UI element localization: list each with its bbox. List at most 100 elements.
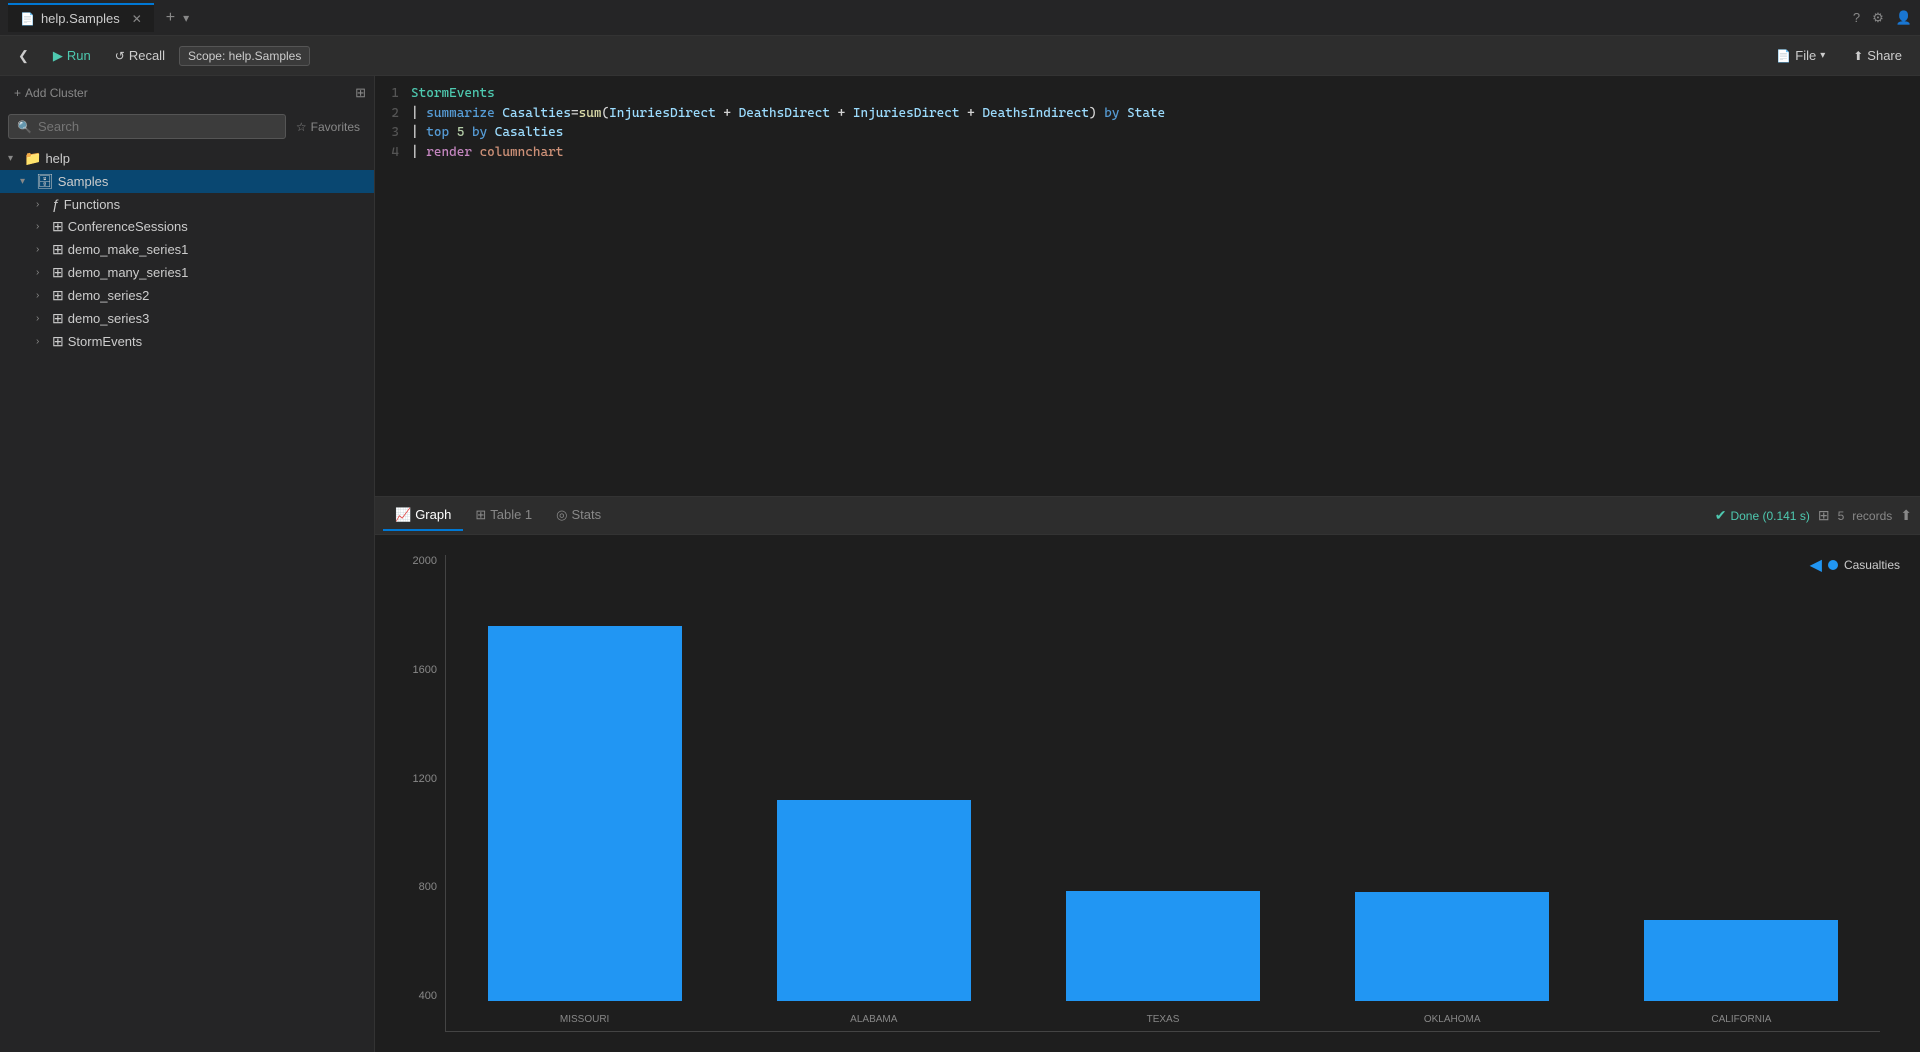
sidebar-item-demo_many_series1[interactable]: › ⊞ demo_many_series1 [0,261,374,284]
code-token: render [426,145,479,160]
code-content: | render columnchart [411,143,1920,163]
bar-group[interactable]: OKLAHOMA [1314,555,1591,1001]
tab-dropdown-button[interactable]: ▾ [183,11,189,25]
chevron-icon: › [36,290,48,301]
records-count: 5 [1838,509,1845,523]
code-token: = [571,106,579,121]
chevron-icon: ▾ [20,176,32,187]
nav-left-button[interactable]: ❮ [8,44,39,68]
code-token: State [1127,106,1165,121]
chart-bar[interactable] [1644,920,1838,1002]
code-token: sum [579,106,602,121]
tree-item-label: Samples [58,174,109,189]
tree-type-icon: ⊞ [52,264,64,281]
tab-close-button[interactable]: ✕ [132,12,142,26]
result-tab-graph[interactable]: 📈 Graph [383,501,463,531]
check-icon: ✔ [1715,507,1727,524]
sidebar-item-confsessions[interactable]: › ⊞ ConferenceSessions [0,215,374,238]
code-content: | top 5 by Casalties [411,123,1920,143]
run-label: Run [67,48,91,63]
tree-item-label: demo_series2 [68,288,150,303]
bar-group[interactable]: ALABAMA [735,555,1012,1001]
code-token: ) [1089,106,1097,121]
code-token: columnchart [480,145,564,160]
sidebar-item-demo_series2[interactable]: › ⊞ demo_series2 [0,284,374,307]
add-cluster-label: Add Cluster [25,86,88,100]
tree-type-icon: ƒ [52,196,60,212]
code-line-4: 4 | render columnchart [375,143,1920,163]
bar-group[interactable]: MISSOURI [446,555,723,1001]
star-icon: ☆ [296,120,307,134]
sidebar-item-demo_series3[interactable]: › ⊞ demo_series3 [0,307,374,330]
bar-group[interactable]: CALIFORNIA [1603,555,1880,1001]
bar-label: CALIFORNIA [1603,1014,1880,1025]
y-axis-label: 2000 [395,555,437,567]
y-axis-label: 1200 [395,773,437,785]
search-input[interactable] [38,119,277,134]
tree-type-icon: ⊞ [52,310,64,327]
chart-body: MISSOURIALABAMATEXASOKLAHOMACALIFORNIA [445,555,1880,1032]
code-token: | [411,106,426,121]
search-area: 🔍 ☆ Favorites [0,110,374,143]
tree: ▾ 📁 help ▾ 🗄 Samples › ƒ Functions › ⊞ C… [0,143,374,1052]
code-content: | summarize Casalties=sum(InjuriesDirect… [411,104,1920,124]
line-number: 1 [375,84,411,104]
main: + Add Cluster ⊞ 🔍 ☆ Favorites ▾ 📁 help ▾… [0,76,1920,1052]
share-button[interactable]: ⬆ Share [1843,44,1912,67]
actionbar: ❮ ▶ Run ↺ Recall Scope: help.Samples 📄 F… [0,36,1920,76]
bar-label: TEXAS [1024,1014,1301,1025]
account-icon[interactable]: 👤 [1896,10,1912,26]
y-axis: 200016001200800400 [395,555,445,1032]
run-icon: ▶ [53,48,63,64]
chart-container: 200016001200800400 MISSOURIALABAMATEXASO… [395,555,1880,1032]
sidebar: + Add Cluster ⊞ 🔍 ☆ Favorites ▾ 📁 help ▾… [0,76,375,1052]
chart-bar[interactable] [777,800,971,1001]
add-cluster-button[interactable]: + Add Cluster [8,82,94,104]
tab-label: Stats [572,507,602,522]
code-token: StormEvents [411,86,495,101]
chart-bar[interactable] [1355,892,1549,1001]
sidebar-item-demo_make_series1[interactable]: › ⊞ demo_make_series1 [0,238,374,261]
chevron-icon: › [36,221,48,232]
tree-type-icon: ⊞ [52,218,64,235]
file-button[interactable]: 📄 File ▾ [1766,44,1835,67]
export-icon[interactable]: ⬆ [1900,507,1912,524]
tree-item-label: Functions [64,197,120,212]
sidebar-item-stormevents[interactable]: › ⊞ StormEvents [0,330,374,353]
tree-type-icon: ⊞ [52,333,64,350]
sidebar-item-samples[interactable]: ▾ 🗄 Samples [0,170,374,193]
chart-area: ◀ Casualties 200016001200800400 MISSOURI… [375,535,1920,1052]
new-tab-button[interactable]: + [166,9,175,27]
line-number: 2 [375,104,411,124]
tree-item-label: demo_many_series1 [68,265,189,280]
tab-title[interactable]: 📄 help.Samples ✕ [8,3,154,32]
tab-icon: ◎ [556,507,567,523]
done-text: Done (0.141 s) [1730,509,1809,523]
tab-icon: 📄 [20,12,35,26]
search-box[interactable]: 🔍 [8,114,286,139]
bar-label: OKLAHOMA [1314,1014,1591,1025]
scope-badge: Scope: help.Samples [179,46,310,66]
recall-button[interactable]: ↺ Recall [105,44,175,67]
help-icon[interactable]: ? [1853,10,1860,25]
topbar-right: ? ⚙ 👤 [1853,10,1912,26]
code-token: top [426,125,456,140]
favorites-button[interactable]: ☆ Favorites [290,116,366,138]
chart-bar[interactable] [1066,891,1260,1001]
tree-item-label: demo_series3 [68,311,150,326]
code-editor[interactable]: 1 StormEvents 2 | summarize Casalties=su… [375,76,1920,496]
code-token: InjuriesDirect [853,106,960,121]
chart-bar[interactable] [488,626,682,1001]
sidebar-item-functions[interactable]: › ƒ Functions [0,193,374,215]
bar-group[interactable]: TEXAS [1024,555,1301,1001]
code-token: Casalties [502,106,571,121]
result-tab-stats[interactable]: ◎ Stats [544,501,613,531]
settings-icon[interactable]: ⚙ [1872,10,1884,26]
chevron-icon: › [36,244,48,255]
code-token: + [716,106,739,121]
sidebar-item-help[interactable]: ▾ 📁 help [0,147,374,170]
tab-icon: ⊞ [475,507,486,523]
run-button[interactable]: ▶ Run [43,44,101,68]
result-tab-table1[interactable]: ⊞ Table 1 [463,501,544,531]
code-token: + [959,106,982,121]
